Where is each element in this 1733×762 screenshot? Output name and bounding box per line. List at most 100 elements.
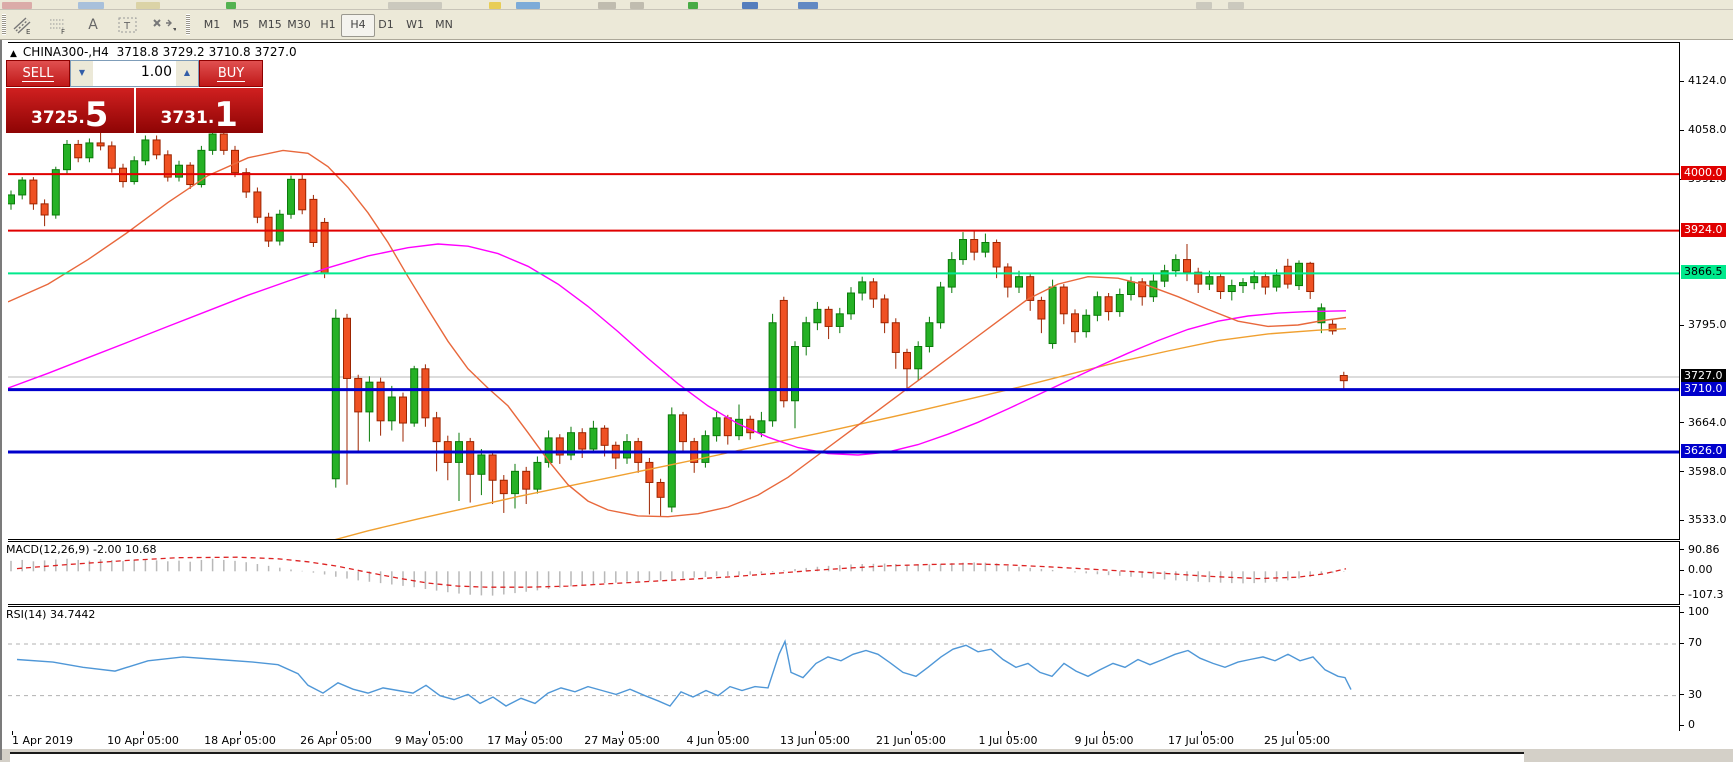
time-axis-label: 27 May 05:00 — [584, 734, 659, 747]
rsi-line — [17, 641, 1351, 706]
rsi-tick-mark — [1680, 643, 1684, 644]
volume-decrease-button[interactable]: ▼ — [71, 61, 93, 86]
price-tick-mark — [1680, 325, 1684, 326]
close-value: 3727.0 — [255, 45, 297, 59]
macd-indicator-panel[interactable] — [8, 541, 1680, 605]
rsi-tick-label: 30 — [1688, 689, 1702, 701]
sell-button[interactable]: SELL — [6, 60, 70, 87]
macd-tick-mark — [1680, 594, 1684, 595]
chart-title: ▲ CHINA300-,H4 3718.8 3729.2 3710.8 3727.0 — [10, 45, 301, 59]
tab-timeframe-H1[interactable]: H1 — [312, 14, 344, 35]
price-level-badge: 4000.0 — [1681, 166, 1726, 180]
time-axis-label: 1 Jul 05:00 — [979, 734, 1038, 747]
tab-timeframe-D1[interactable]: D1 — [370, 14, 402, 35]
clipped-icon-fragment — [489, 2, 501, 9]
clipped-icon-fragment — [2, 2, 32, 9]
clipped-icon-fragment — [1196, 2, 1212, 9]
tab-timeframe-W1[interactable]: W1 — [399, 14, 431, 35]
price-tick-mark — [1680, 130, 1684, 131]
price-tick-mark — [1680, 520, 1684, 521]
arrow-style-icon[interactable] — [150, 13, 176, 36]
tab-timeframe-M5[interactable]: M5 — [225, 14, 257, 35]
high-value: 3729.2 — [163, 45, 205, 59]
equidistant-channel-icon[interactable]: E — [10, 13, 36, 36]
price-level-badge: 3710.0 — [1681, 382, 1726, 396]
macd-signal-line — [17, 557, 1346, 587]
rsi-tick-label: 0 — [1688, 719, 1695, 731]
price-tick-label: 4124.0 — [1688, 75, 1727, 87]
price-scale[interactable]: 4124.04058.03992.03795.03664.03598.03533… — [1680, 40, 1733, 731]
macd-label: MACD(12,26,9) -2.00 10.68 — [6, 543, 157, 556]
rsi-tick-mark — [1680, 725, 1684, 726]
price-tick-mark — [1680, 422, 1684, 423]
clipped-icon-fragment — [136, 2, 160, 9]
candlestick-series — [8, 130, 1347, 516]
price-tick-label: 4058.0 — [1688, 124, 1727, 136]
clipped-upper-toolbar — [0, 0, 1733, 10]
time-axis-label: 17 Jul 05:00 — [1168, 734, 1234, 747]
rsi-tick-label: 100 — [1688, 606, 1709, 618]
buy-price-display[interactable]: 3731.1 — [136, 88, 264, 133]
clipped-icon-fragment — [630, 2, 644, 9]
time-axis-label: 9 May 05:00 — [395, 734, 463, 747]
buy-button[interactable]: BUY — [199, 60, 263, 87]
ma-slow-line — [8, 244, 1346, 455]
volume-input[interactable]: 1.00 — [93, 61, 176, 86]
time-axis-label: 10 Apr 05:00 — [107, 734, 179, 747]
clipped-icon-fragment — [516, 2, 540, 9]
tab-timeframe-M15[interactable]: M15 — [254, 14, 286, 35]
clipped-icon-fragment — [798, 2, 818, 9]
sell-price-display[interactable]: 3725.5 — [6, 88, 134, 133]
low-value: 3710.8 — [209, 45, 251, 59]
macd-tick-label: 90.86 — [1688, 544, 1720, 556]
svg-text:F: F — [61, 28, 65, 34]
time-axis-label: 21 Jun 05:00 — [876, 734, 946, 747]
svg-text:T: T — [123, 21, 131, 32]
macd-tick-label: -107.3 — [1688, 589, 1723, 601]
price-level-badge: 3924.0 — [1681, 223, 1726, 237]
time-axis-label: 17 May 05:00 — [487, 734, 562, 747]
chart-window: ▲ CHINA300-,H4 3718.8 3729.2 3710.8 3727.0 S… — [0, 40, 1733, 760]
one-click-trading-panel: SELL ▼ 1.00 ▲ BUY 3725.5 3731.1 — [6, 60, 263, 133]
toolbar-drag-handle[interactable] — [186, 14, 190, 35]
toolbar-drag-handle[interactable] — [2, 14, 6, 35]
price-tick-mark — [1680, 471, 1684, 472]
time-axis-label: 18 Apr 05:00 — [204, 734, 276, 747]
fibonacci-grid-icon[interactable]: F — [45, 13, 71, 36]
collapse-panel-icon[interactable]: ▲ — [10, 49, 17, 59]
text-icon[interactable]: A — [80, 13, 106, 36]
time-axis-label: 1 Apr 2019 — [12, 734, 73, 747]
symbol-label: CHINA300-,H4 — [23, 45, 109, 59]
tab-timeframe-M30[interactable]: M30 — [283, 14, 315, 35]
macd-tick-mark — [1680, 549, 1684, 550]
rsi-tick-label: 70 — [1688, 637, 1702, 649]
clipped-icon-fragment — [598, 2, 616, 9]
price-tick-label: 3533.0 — [1688, 514, 1727, 526]
volume-increase-button[interactable]: ▲ — [176, 61, 198, 86]
tab-timeframe-M1[interactable]: M1 — [196, 14, 228, 35]
clipped-icon-fragment — [388, 2, 442, 9]
text-label-icon[interactable]: T — [115, 13, 141, 36]
rsi-label: RSI(14) 34.7442 — [6, 608, 95, 621]
price-level-badge: 3866.5 — [1681, 265, 1726, 279]
rsi-indicator-panel[interactable] — [8, 606, 1680, 733]
price-tick-label: 3795.0 — [1688, 319, 1727, 331]
price-level-badge: 3626.0 — [1681, 444, 1726, 458]
tab-timeframe-MN[interactable]: MN — [428, 14, 460, 35]
time-axis-label: 4 Jun 05:00 — [687, 734, 750, 747]
macd-tick-mark — [1680, 570, 1684, 571]
price-tick-label: 3598.0 — [1688, 466, 1727, 478]
time-axis-label: 26 Apr 05:00 — [300, 734, 372, 747]
price-tick-mark — [1680, 81, 1684, 82]
macd-histogram — [11, 559, 1344, 596]
open-value: 3718.8 — [117, 45, 159, 59]
clipped-icon-fragment — [742, 2, 758, 9]
main-toolbar: EFAT M1M5M15M30H1H4D1W1MN — [0, 10, 1733, 40]
ma-fast-line — [8, 150, 1346, 516]
ma-long-line — [313, 329, 1346, 539]
svg-text:E: E — [26, 28, 30, 34]
clipped-icon-fragment — [226, 2, 236, 9]
time-axis[interactable]: 1 Apr 2019 10 Apr 05:00 18 Apr 05:00 26 Apr… — [8, 731, 1733, 749]
price-tick-label: 3664.0 — [1688, 417, 1727, 429]
clipped-icon-fragment — [1228, 2, 1244, 9]
